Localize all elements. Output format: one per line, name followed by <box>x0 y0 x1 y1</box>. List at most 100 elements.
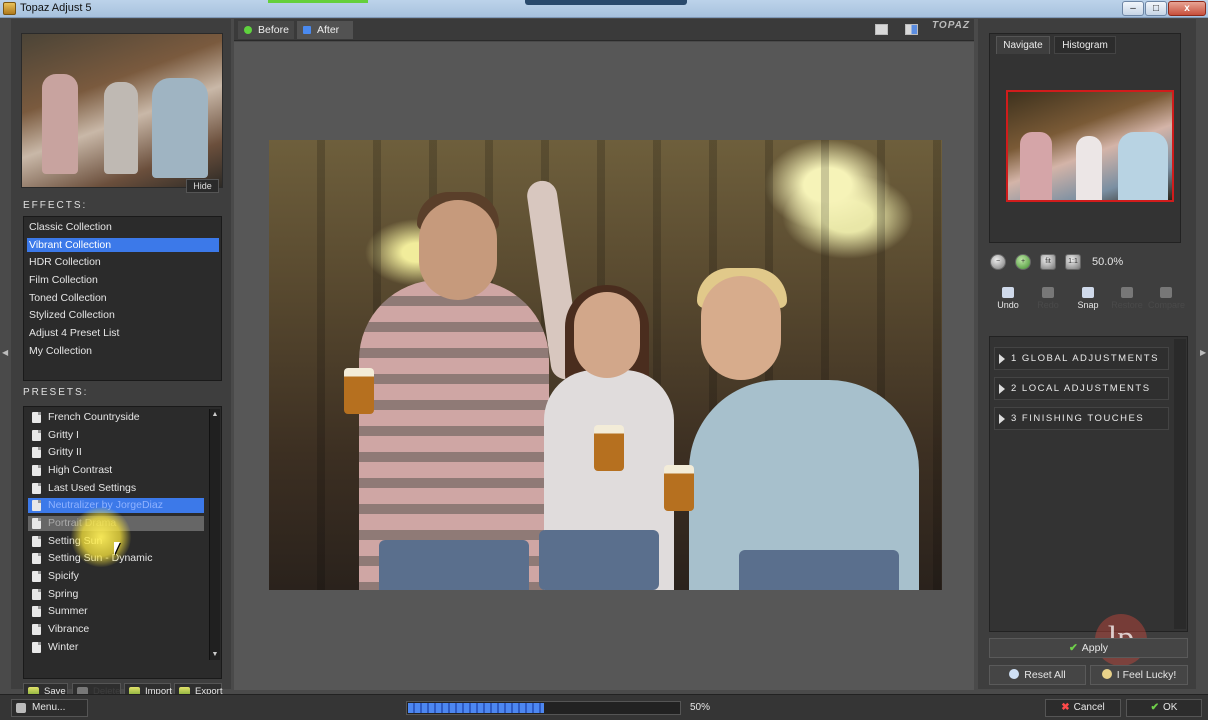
compare-button[interactable]: Compare <box>1148 285 1185 315</box>
preset-file-icon <box>32 483 41 494</box>
presets-scrollbar[interactable]: ▲ ▼ <box>209 409 220 660</box>
preview-canvas[interactable] <box>234 42 974 690</box>
effects-list: Classic Collection Vibrant Collection HD… <box>23 216 222 381</box>
preview-image[interactable] <box>269 140 942 590</box>
collapse-left-icon[interactable]: ◀ <box>2 348 8 357</box>
preview-toolbar: Before After TOPAZ <box>234 19 974 41</box>
undo-button[interactable]: Undo <box>990 285 1026 315</box>
scroll-up-icon[interactable]: ▲ <box>210 409 220 420</box>
after-dot-icon <box>303 26 311 34</box>
taskbar-indicator-dark <box>525 0 687 5</box>
presets-list: French Countryside Gritty I Gritty II Hi… <box>23 406 222 679</box>
preset-file-icon <box>32 589 41 600</box>
progress-fill <box>408 703 544 713</box>
preset-item[interactable]: High Contrast <box>28 463 204 478</box>
preset-file-icon <box>32 624 41 635</box>
single-view-icon[interactable] <box>875 24 888 35</box>
before-dot-icon <box>244 26 252 34</box>
redo-icon <box>1042 287 1054 298</box>
preset-item[interactable]: Vibrance <box>28 622 204 637</box>
preset-item[interactable]: Spring <box>28 587 204 602</box>
tab-histogram[interactable]: Histogram <box>1054 36 1116 54</box>
feel-lucky-button[interactable]: I Feel Lucky! <box>1090 665 1188 685</box>
tab-before[interactable]: Before <box>238 21 294 39</box>
effect-item-my-collection[interactable]: My Collection <box>27 344 219 358</box>
adjustments-scrollbar[interactable] <box>1174 339 1186 629</box>
preset-item[interactable]: Spicify <box>28 569 204 584</box>
section-finishing-touches[interactable]: 3 FINISHING TOUCHES <box>994 407 1169 430</box>
minimize-button[interactable]: – <box>1122 1 1144 16</box>
effect-item-stylized[interactable]: Stylized Collection <box>27 308 219 322</box>
maximize-button[interactable]: □ <box>1145 1 1167 16</box>
original-thumbnail <box>21 33 223 188</box>
effect-item-toned[interactable]: Toned Collection <box>27 291 219 305</box>
effect-item-film[interactable]: Film Collection <box>27 273 219 287</box>
tab-after[interactable]: After <box>297 21 353 39</box>
reset-all-button[interactable]: Reset All <box>989 665 1086 685</box>
preset-file-icon <box>32 500 41 511</box>
zoom-in-icon[interactable]: + <box>1015 254 1031 270</box>
compare-icon <box>1160 287 1172 298</box>
preset-item[interactable]: Last Used Settings <box>28 481 204 496</box>
undo-icon <box>1002 287 1014 298</box>
preset-item[interactable]: Gritty I <box>28 428 204 443</box>
status-bar: Menu... 50% ✖ Cancel ✔ OK <box>0 694 1208 720</box>
zoom-out-icon[interactable]: − <box>990 254 1006 270</box>
progress-bar <box>406 701 681 715</box>
zoom-level: 50.0% <box>1092 256 1124 268</box>
presets-label: PRESETS: <box>23 387 89 398</box>
hide-thumbnail-button[interactable]: Hide <box>186 179 219 193</box>
section-global-adjustments[interactable]: 1 GLOBAL ADJUSTMENTS <box>994 347 1169 370</box>
right-panel: Navigate Histogram − + fit 1:1 50.0% Und… <box>978 19 1196 689</box>
zoom-fit-icon[interactable]: fit <box>1040 254 1056 270</box>
collapse-right-icon[interactable]: ▶ <box>1200 348 1206 357</box>
section-local-adjustments[interactable]: 2 LOCAL ADJUSTMENTS <box>994 377 1169 400</box>
menu-button[interactable]: Menu... <box>11 699 88 717</box>
scroll-down-icon[interactable]: ▼ <box>210 649 220 660</box>
expand-arrow-icon <box>999 354 1005 364</box>
effect-item-hdr[interactable]: HDR Collection <box>27 255 219 269</box>
zoom-actual-size-icon[interactable]: 1:1 <box>1065 254 1081 270</box>
split-view-icon[interactable] <box>905 24 918 35</box>
expand-arrow-icon <box>999 384 1005 394</box>
expand-arrow-icon <box>999 414 1005 424</box>
effects-label: EFFECTS: <box>23 200 88 211</box>
left-panel: Hide EFFECTS: Classic Collection Vibrant… <box>11 19 231 701</box>
apply-button[interactable]: ✔ Apply <box>989 638 1188 658</box>
reset-icon <box>1009 669 1020 679</box>
ok-button[interactable]: ✔ OK <box>1126 699 1202 717</box>
preset-item[interactable]: Gritty II <box>28 445 204 460</box>
navigator-thumbnail[interactable] <box>1006 90 1174 202</box>
app-icon <box>3 2 16 15</box>
preset-item[interactable]: Winter <box>28 640 204 655</box>
mouse-cursor-icon <box>114 542 120 555</box>
preset-item-hover[interactable]: Portrait Drama <box>28 516 204 531</box>
preset-file-icon <box>32 571 41 582</box>
window-title: Topaz Adjust 5 <box>20 2 92 14</box>
preset-file-icon <box>32 536 41 547</box>
preset-item[interactable]: Summer <box>28 604 204 619</box>
camera-icon <box>1082 287 1094 298</box>
close-window-button[interactable]: x <box>1168 1 1206 16</box>
preset-item[interactable]: French Countryside <box>28 410 204 425</box>
title-bar: Topaz Adjust 5 – □ x <box>0 0 1208 18</box>
checkmark-icon: ✔ <box>1068 642 1078 654</box>
cancel-button[interactable]: ✖ Cancel <box>1045 699 1121 717</box>
preset-file-icon <box>32 430 41 441</box>
snap-button[interactable]: Snap <box>1070 285 1106 315</box>
effect-item-classic[interactable]: Classic Collection <box>27 220 219 234</box>
effect-item-adjust4[interactable]: Adjust 4 Preset List <box>27 326 219 340</box>
preset-file-icon <box>32 412 41 423</box>
topaz-logo: TOPAZ <box>932 20 970 31</box>
redo-button[interactable]: Redo <box>1030 285 1066 315</box>
preset-file-icon <box>32 642 41 653</box>
tab-navigate[interactable]: Navigate <box>996 36 1050 54</box>
adjustments-panel: 1 GLOBAL ADJUSTMENTS 2 LOCAL ADJUSTMENTS… <box>989 336 1188 632</box>
restore-button[interactable]: Restore <box>1109 285 1145 315</box>
progress-label: 50% <box>690 702 711 713</box>
preset-file-icon <box>32 465 41 476</box>
preset-item-selected[interactable]: Neutralizer by JorgeDiaz <box>28 498 204 513</box>
dice-icon <box>1101 669 1112 679</box>
effect-item-vibrant[interactable]: Vibrant Collection <box>27 238 219 252</box>
taskbar-indicator <box>268 0 368 3</box>
